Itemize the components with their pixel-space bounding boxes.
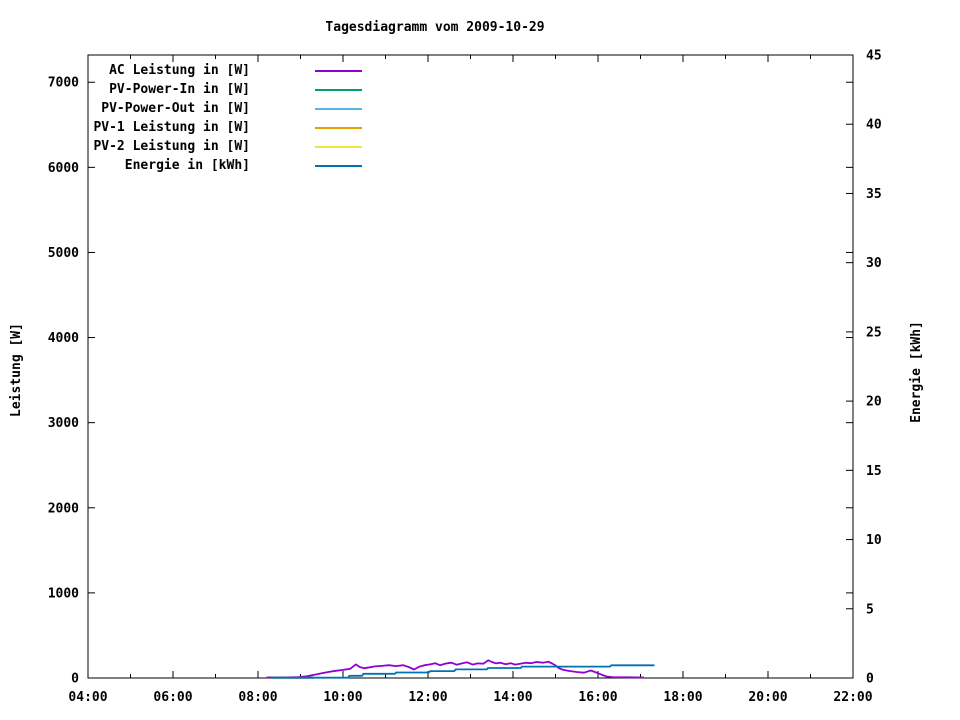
y2-tick-label: 5 — [866, 602, 874, 617]
x-tick-label: 08:00 — [238, 690, 277, 705]
y1-tick-label: 1000 — [48, 586, 79, 601]
x-tick-label: 14:00 — [493, 690, 532, 705]
x-tick-label: 04:00 — [68, 690, 107, 705]
chart-canvas: 04:00 06:00 08:00 10:00 12:00 14:00 16:00 18:00… — [48, 49, 882, 706]
chart-page: Tagesdiagramm vom 2009-10-29 Leistung [W… — [0, 0, 960, 720]
y1-tick-label: 5000 — [48, 246, 79, 261]
x-tick-label: 10:00 — [323, 690, 362, 705]
plot-border — [87, 54, 854, 679]
y1-tick-label: 0 — [71, 672, 79, 687]
y2-tick-label: 20 — [866, 395, 882, 410]
y2-tick-label: 10 — [866, 533, 882, 548]
y1-tick-label: 7000 — [48, 76, 79, 91]
x-tick-label: 12:00 — [408, 690, 447, 705]
y2-tick-label: 45 — [866, 49, 882, 64]
y2-tick-label: 30 — [866, 256, 882, 271]
y2-tick-label: 25 — [866, 325, 882, 340]
y1-tick-label: 6000 — [48, 161, 79, 176]
y1-tick-label: 2000 — [48, 501, 79, 516]
x-tick-label: 06:00 — [153, 690, 192, 705]
x-tick-label: 22:00 — [833, 690, 872, 705]
y2-tick-label: 0 — [866, 672, 874, 687]
x-tick-label: 16:00 — [578, 690, 617, 705]
y2-tick-label: 35 — [866, 187, 882, 202]
y2-tick-label: 40 — [866, 118, 882, 133]
x-tick-label: 18:00 — [663, 690, 702, 705]
y1-tick-label: 3000 — [48, 416, 79, 431]
y2-tick-label: 15 — [866, 464, 882, 479]
x-tick-label: 20:00 — [748, 690, 787, 705]
y1-tick-label: 4000 — [48, 331, 79, 346]
